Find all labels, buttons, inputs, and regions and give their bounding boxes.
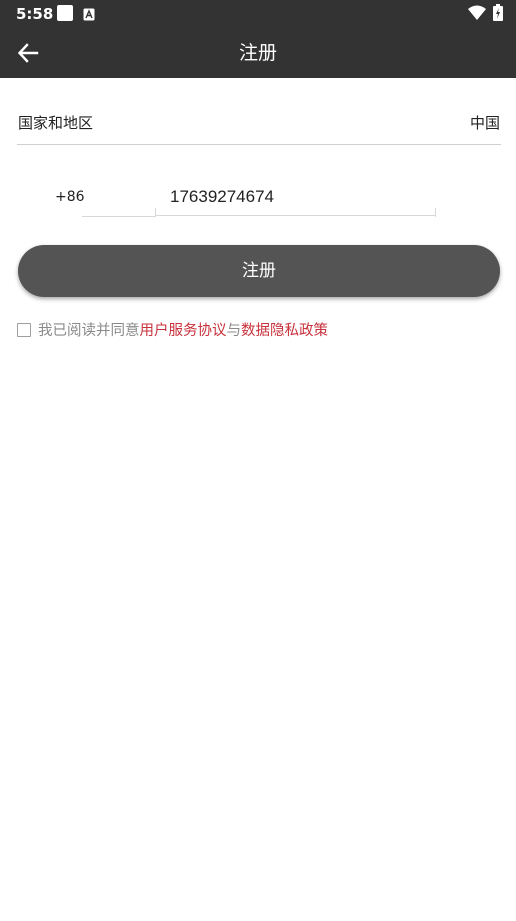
agreement-prefix: 我已阅读并同意 <box>38 323 140 339</box>
region-selector[interactable]: 国家和地区 中国 <box>17 103 501 145</box>
page-title: 注册 <box>238 42 277 64</box>
country-code[interactable]: +86 <box>55 187 85 207</box>
status-bar: 5:58 <box>0 0 516 28</box>
region-value: 中国 <box>469 114 500 132</box>
agree-checkbox[interactable] <box>17 323 31 337</box>
region-label: 国家和地区 <box>18 114 94 132</box>
arrow-left-icon <box>17 43 39 63</box>
country-code-underline <box>82 216 155 217</box>
font-app-icon <box>83 6 95 21</box>
terms-link[interactable]: 用户服务协议 <box>140 323 227 339</box>
battery-charging-icon <box>493 4 503 21</box>
phone-row: +86 <box>40 178 436 218</box>
toolbar: 注册 <box>0 28 516 78</box>
back-button[interactable] <box>8 33 48 73</box>
register-button[interactable]: 注册 <box>18 245 500 297</box>
status-time: 5:58 <box>16 5 54 23</box>
privacy-link[interactable]: 数据隐私政策 <box>241 323 328 339</box>
field-divider-right <box>435 208 436 217</box>
agreement-text: 我已阅读并同意用户服务协议与数据隐私政策 <box>38 321 328 341</box>
phone-input[interactable] <box>156 178 435 216</box>
agreement-conjunction: 与 <box>226 323 242 339</box>
register-screen: 5:58 注册 国家和地区 中国 +86 17639274674 注册 我已阅读… <box>0 0 516 921</box>
notification-square-icon <box>57 5 73 21</box>
wifi-icon <box>468 5 486 20</box>
